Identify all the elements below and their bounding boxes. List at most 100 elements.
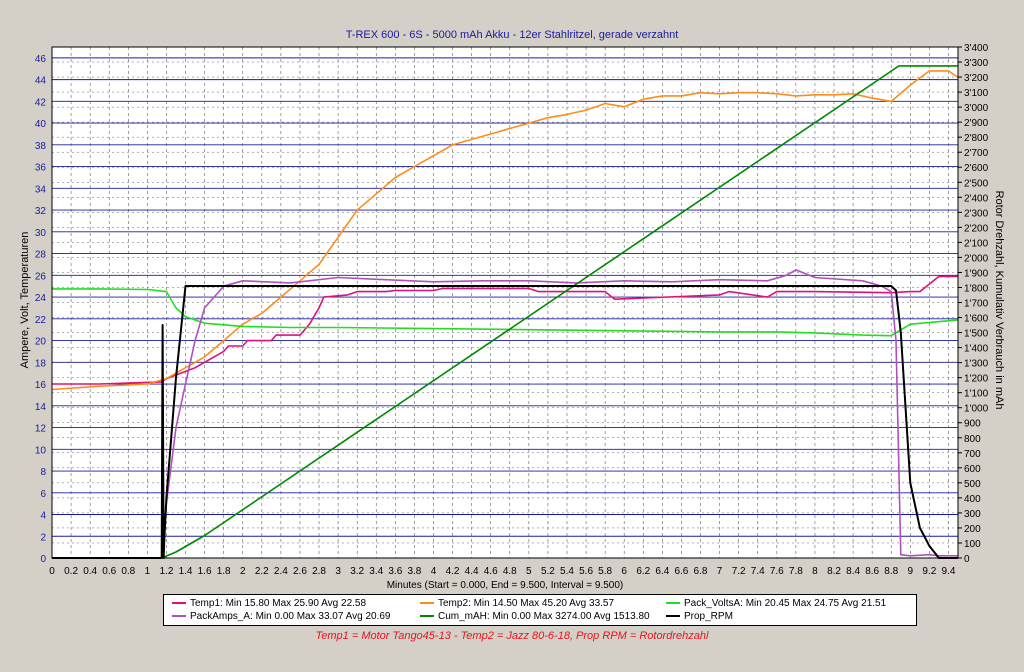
y-left-tick-label-23: 46 — [35, 54, 47, 65]
y-right-tick-label-29: 2'900 — [964, 118, 989, 129]
y-left-tick-label-7: 14 — [35, 402, 47, 413]
y-right-tick-label-1: 100 — [964, 539, 981, 550]
x-tick-label-16: 3.2 — [350, 566, 364, 577]
y-right-tick-label-30: 3'000 — [964, 103, 989, 114]
x-tick-label-31: 6.2 — [636, 566, 650, 577]
x-tick-label-46: 9.2 — [922, 566, 936, 577]
x-tick-label-9: 1.8 — [217, 566, 231, 577]
y-left-tick-label-2: 4 — [40, 511, 46, 522]
x-tick-label-7: 1.4 — [179, 566, 193, 577]
y-right-tick-label-17: 1'700 — [964, 299, 989, 310]
y-left-tick-label-11: 22 — [35, 315, 47, 326]
legend-item-temp2: Temp2: Min 14.50 Max 45.20 Avg 33.57 — [420, 597, 614, 610]
x-tick-label-40: 8 — [812, 566, 818, 577]
legend-swatch-cum — [420, 615, 434, 618]
y-left-tick-label-14: 28 — [35, 250, 47, 261]
y-right-tick-label-2: 200 — [964, 524, 981, 535]
y-right-tick-label-20: 2'000 — [964, 253, 989, 264]
y-right-tick-label-12: 1'200 — [964, 374, 989, 385]
y-left-tick-label-17: 34 — [35, 184, 47, 195]
x-tick-label-27: 5.4 — [560, 566, 574, 577]
x-tick-label-33: 6.6 — [674, 566, 688, 577]
y-right-tick-label-18: 1'800 — [964, 283, 989, 294]
x-tick-label-21: 4.2 — [446, 566, 460, 577]
x-tick-label-44: 8.8 — [884, 566, 898, 577]
x-tick-label-2: 0.4 — [83, 566, 97, 577]
x-tick-label-8: 1.6 — [198, 566, 212, 577]
y-right-tick-label-8: 800 — [964, 434, 981, 445]
x-tick-label-45: 9 — [908, 566, 914, 577]
x-tick-label-19: 3.8 — [407, 566, 421, 577]
y-right-tick-label-26: 2'600 — [964, 163, 989, 174]
legend-swatch-temp1 — [172, 602, 186, 605]
y-right-tick-label-25: 2'500 — [964, 178, 989, 189]
x-tick-label-34: 6.8 — [694, 566, 708, 577]
y-right-tick-label-19: 1'900 — [964, 268, 989, 279]
x-tick-label-20: 4 — [431, 566, 437, 577]
x-tick-label-37: 7.4 — [751, 566, 765, 577]
x-tick-label-11: 2.2 — [255, 566, 269, 577]
y-left-tick-label-18: 36 — [35, 163, 47, 174]
legend-swatch-rpm — [666, 615, 680, 618]
chart-window: T-REX 600 - 6S - 5000 mAh Akku - 12er St… — [0, 0, 1024, 672]
y-left-tick-label-8: 16 — [35, 380, 47, 391]
y-right-tick-label-11: 1'100 — [964, 389, 989, 400]
y-left-tick-label-21: 42 — [35, 97, 47, 108]
y-axis-right-label: Rotor Drehzahl, Kumulativ Verbrauch in m… — [993, 191, 1005, 410]
x-tick-label-18: 3.6 — [388, 566, 402, 577]
x-tick-label-47: 9.4 — [942, 566, 956, 577]
x-tick-label-4: 0.8 — [121, 566, 135, 577]
y-right-tick-label-34: 3'400 — [964, 43, 989, 54]
x-tick-label-35: 7 — [717, 566, 723, 577]
y-right-tick-label-13: 1'300 — [964, 359, 989, 370]
x-tick-label-1: 0.2 — [64, 566, 78, 577]
x-tick-label-42: 8.4 — [846, 566, 860, 577]
legend-text-cum: Cum_mAH: Min 0.00 Max 3274.00 Avg 1513.8… — [438, 611, 650, 622]
y-right-tick-label-15: 1'500 — [964, 329, 989, 340]
legend-swatch-temp2 — [420, 602, 434, 605]
y-right-tick-label-28: 2'800 — [964, 133, 989, 144]
legend-box: Temp1: Min 15.80 Max 25.90 Avg 22.58 Tem… — [163, 594, 917, 626]
y-right-tick-label-4: 400 — [964, 494, 981, 505]
y-right-tick-label-9: 900 — [964, 419, 981, 430]
y-left-tick-label-20: 40 — [35, 119, 47, 130]
y-left-tick-label-19: 38 — [35, 141, 47, 152]
y-left-tick-label-3: 6 — [40, 489, 46, 500]
x-axis-label: Minutes (Start = 0.000, End = 9.500, Int… — [387, 580, 624, 591]
y-left-tick-label-15: 30 — [35, 228, 47, 239]
x-tick-label-10: 2 — [240, 566, 246, 577]
y-left-tick-label-16: 32 — [35, 206, 47, 217]
y-left-tick-label-10: 20 — [35, 337, 47, 348]
x-tick-label-0: 0 — [49, 566, 55, 577]
x-tick-label-24: 4.8 — [503, 566, 517, 577]
x-tick-label-25: 5 — [526, 566, 532, 577]
x-tick-label-5: 1 — [145, 566, 151, 577]
x-tick-label-14: 2.8 — [312, 566, 326, 577]
legend-swatch-amps — [172, 615, 186, 618]
y-left-tick-label-4: 8 — [40, 467, 46, 478]
y-right-tick-label-21: 2'100 — [964, 238, 989, 249]
chart-svg: T-REX 600 - 6S - 5000 mAh Akku - 12er St… — [19, 29, 1005, 591]
x-tick-label-13: 2.6 — [293, 566, 307, 577]
legend-swatch-volts — [666, 602, 680, 605]
x-tick-label-29: 5.8 — [598, 566, 612, 577]
y-right-tick-label-14: 1'400 — [964, 344, 989, 355]
y-left-tick-label-9: 18 — [35, 358, 47, 369]
legend-item-temp1: Temp1: Min 15.80 Max 25.90 Avg 22.58 — [172, 597, 366, 610]
y-right-tick-label-33: 3'300 — [964, 58, 989, 69]
chart-subtitle: Temp1 = Motor Tango45-13 - Temp2 = Jazz … — [315, 630, 709, 642]
chart-title: T-REX 600 - 6S - 5000 mAh Akku - 12er St… — [346, 29, 679, 41]
x-tick-label-3: 0.6 — [102, 566, 116, 577]
y-left-tick-label-13: 26 — [35, 271, 47, 282]
y-left-tick-label-0: 0 — [40, 554, 46, 565]
x-tick-label-23: 4.6 — [484, 566, 498, 577]
y-right-tick-label-27: 2'700 — [964, 148, 989, 159]
y-axis-left-label: Ampere, Volt, Temperaturen — [19, 232, 31, 369]
x-tick-label-39: 7.8 — [789, 566, 803, 577]
legend-text-temp2: Temp2: Min 14.50 Max 45.20 Avg 33.57 — [438, 598, 615, 609]
x-tick-label-32: 6.4 — [655, 566, 669, 577]
legend-text-volts: Pack_VoltsA: Min 20.45 Max 24.75 Avg 21.… — [684, 598, 887, 609]
y-left-tick-label-12: 24 — [35, 293, 47, 304]
y-right-tick-label-16: 1'600 — [964, 314, 989, 325]
x-tick-label-38: 7.6 — [770, 566, 784, 577]
